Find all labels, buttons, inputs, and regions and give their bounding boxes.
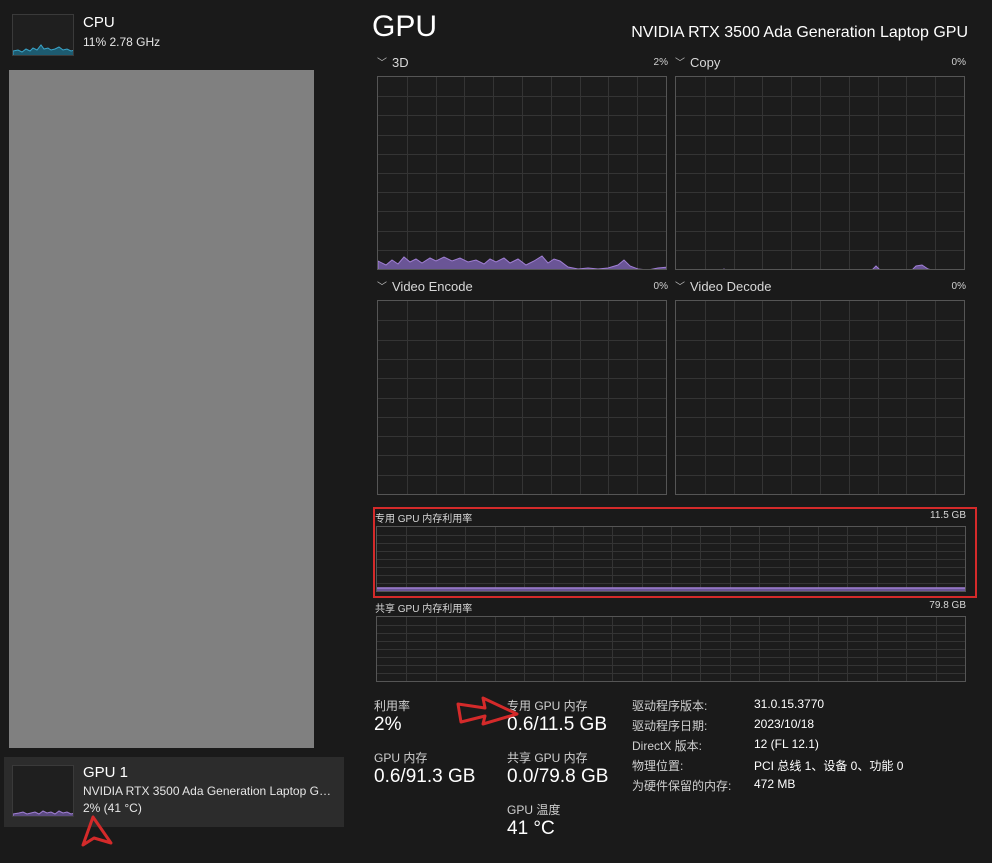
info-reserved-memory-key: 为硬件保留的内存:: [632, 779, 732, 793]
shared-gpu-memory-value: 0.0/79.8 GB: [507, 766, 609, 787]
graph-label-3d[interactable]: ﹀ 3D: [377, 55, 409, 70]
shared-memory-max: 79.8 GB: [929, 600, 966, 611]
chevron-down-icon: ﹀: [675, 58, 685, 69]
graph-label-video-encode[interactable]: ﹀ Video Encode: [377, 279, 473, 294]
cpu-title: CPU: [83, 14, 115, 31]
utilization-label: 利用率: [374, 699, 411, 713]
graph-copy: [675, 76, 965, 270]
shared-gpu-memory-label: 共享 GPU 内存: [507, 751, 588, 765]
gpu1-model: NVIDIA RTX 3500 Ada Generation Laptop GP…: [83, 784, 335, 798]
graph-pct-copy: 0%: [951, 57, 966, 68]
info-driver-version-value: 31.0.15.3770: [754, 697, 825, 711]
chevron-down-icon: ﹀: [675, 282, 685, 293]
gpu1-title: GPU 1: [83, 764, 129, 781]
gpu1-thumbnail-graph: [12, 765, 74, 817]
gpu-memory-value: 0.6/91.3 GB: [374, 766, 476, 787]
highlight-box: [373, 507, 977, 598]
sidebar-item-gpu1[interactable]: GPU 1 NVIDIA RTX 3500 Ada Generation Lap…: [4, 757, 344, 827]
arrow-pointer-icon: [456, 696, 519, 726]
info-reserved-memory-value: 472 MB: [754, 777, 796, 791]
info-driver-date-key: 驱动程序日期:: [632, 719, 708, 733]
info-physical-location-value: PCI 总线 1、设备 0、功能 0: [754, 759, 904, 773]
gpu-memory-label: GPU 内存: [374, 751, 428, 765]
cpu-thumbnail-graph: [12, 14, 74, 56]
arrow-pointer-icon: [81, 815, 113, 847]
graph-pct-video-decode: 0%: [951, 281, 966, 292]
graph-3d: [377, 76, 667, 270]
graph-label-video-decode[interactable]: ﹀ Video Decode: [675, 279, 771, 294]
graph-video-decode: [675, 300, 965, 495]
gpu-temperature-value: 41 °C: [507, 818, 555, 839]
info-physical-location-key: 物理位置:: [632, 759, 684, 773]
info-directx-value: 12 (FL 12.1): [754, 737, 819, 751]
graph-shared-memory: [376, 616, 966, 682]
graph-pct-video-encode: 0%: [653, 281, 668, 292]
sidebar-item-cpu[interactable]: CPU 11% 2.78 GHz: [4, 8, 344, 58]
utilization-value: 2%: [374, 714, 402, 735]
graph-label-copy[interactable]: ﹀ Copy: [675, 55, 720, 70]
graph-video-encode: [377, 300, 667, 495]
device-sidebar: CPU 11% 2.78 GHz GPU 1 NVIDIA RTX 3500 A…: [0, 0, 350, 863]
info-driver-version-key: 驱动程序版本:: [632, 699, 708, 713]
gpu-temperature-label: GPU 温度: [507, 803, 561, 817]
gpu-model-name: NVIDIA RTX 3500 Ada Generation Laptop GP…: [631, 24, 968, 41]
dedicated-gpu-memory-value: 0.6/11.5 GB: [507, 714, 607, 735]
redacted-area: [9, 70, 314, 748]
info-driver-date-value: 2023/10/18: [754, 717, 815, 731]
page-title: GPU: [372, 10, 438, 43]
cpu-subtitle: 11% 2.78 GHz: [83, 35, 161, 49]
gpu1-detail: 2% (41 °C): [83, 801, 142, 815]
chevron-down-icon: ﹀: [377, 58, 387, 69]
shared-memory-label: 共享 GPU 内存利用率: [375, 604, 473, 615]
info-directx-key: DirectX 版本:: [632, 739, 703, 753]
chevron-down-icon: ﹀: [377, 282, 387, 293]
graph-pct-3d: 2%: [653, 57, 668, 68]
